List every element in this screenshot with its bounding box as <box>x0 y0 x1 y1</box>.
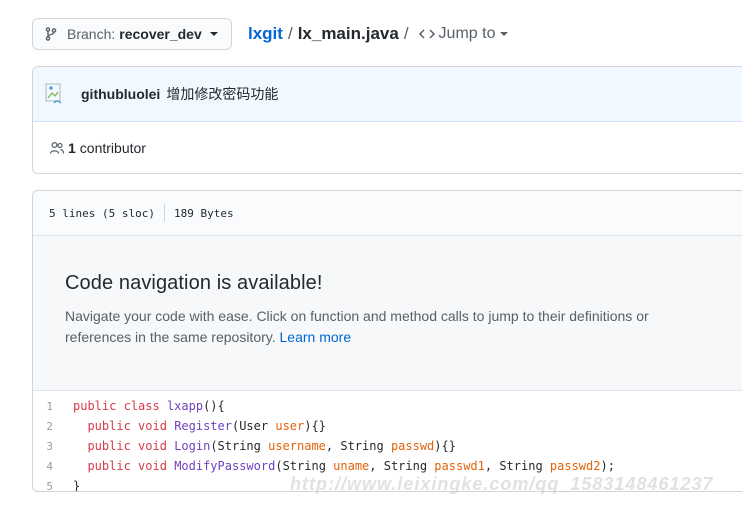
code-icon <box>418 29 435 39</box>
code-line: 1 public class lxapp(){ <box>33 396 742 416</box>
people-icon <box>49 141 65 154</box>
broken-avatar-icon[interactable] <box>45 83 65 105</box>
commit-header: githubluolei 增加修改密码功能 <box>33 67 742 122</box>
branch-name: recover_dev <box>119 26 202 42</box>
line-number[interactable]: 1 <box>33 400 73 413</box>
learn-more-link[interactable]: Learn more <box>280 329 352 345</box>
file-size: 189 Bytes <box>173 206 234 220</box>
repo-link[interactable]: lxgit <box>248 24 283 44</box>
code-nav-description: Navigate your code with ease. Click on f… <box>65 308 649 345</box>
git-branch-icon <box>45 27 57 41</box>
latest-commit-box: githubluolei 增加修改密码功能 1 contributor <box>32 66 742 174</box>
file-viewer: 5 lines (5 sloc) 189 Bytes Code navigati… <box>32 190 742 492</box>
code-navigation-banner: Code navigation is available! Navigate y… <box>33 236 742 391</box>
line-number[interactable]: 2 <box>33 420 73 433</box>
jump-to-label: Jump to <box>438 25 496 42</box>
jump-to-button[interactable]: Jump to <box>418 25 509 43</box>
code-line: 3 public void Login (String username, Str… <box>33 436 742 456</box>
watermark: http://www.leixingke.com/qq_158314846123… <box>290 474 714 494</box>
divider <box>163 204 165 222</box>
code-nav-title: Code navigation is available! <box>65 272 323 294</box>
file-info-bar: 5 lines (5 sloc) 189 Bytes <box>33 191 742 236</box>
file-lines-count: 5 lines (5 sloc) <box>49 206 155 220</box>
breadcrumb-separator: / <box>287 24 293 43</box>
commit-author[interactable]: githubluolei <box>81 86 160 102</box>
branch-selector-button[interactable]: Branch: recover_dev <box>32 18 232 50</box>
breadcrumb: lxgit / lx_main.java / Jump to <box>248 24 509 44</box>
line-number[interactable]: 3 <box>33 440 73 453</box>
chevron-down-icon <box>500 32 509 36</box>
chevron-down-icon <box>209 32 218 36</box>
contributors-label: contributor <box>79 140 146 156</box>
contributors-count: 1 <box>68 140 76 156</box>
line-number[interactable]: 5 <box>33 480 73 492</box>
commit-message[interactable]: 增加修改密码功能 <box>166 84 278 104</box>
contributors-row[interactable]: 1 contributor <box>33 122 742 173</box>
file-name: lx_main.java <box>297 24 399 43</box>
code-line: 2 public void Register (User user){} <box>33 416 742 436</box>
line-number[interactable]: 4 <box>33 460 73 473</box>
breadcrumb-separator: / <box>403 24 409 43</box>
branch-label: Branch: <box>67 26 116 42</box>
code-line: 4 public void ModifyPassword (String unam… <box>33 456 742 476</box>
